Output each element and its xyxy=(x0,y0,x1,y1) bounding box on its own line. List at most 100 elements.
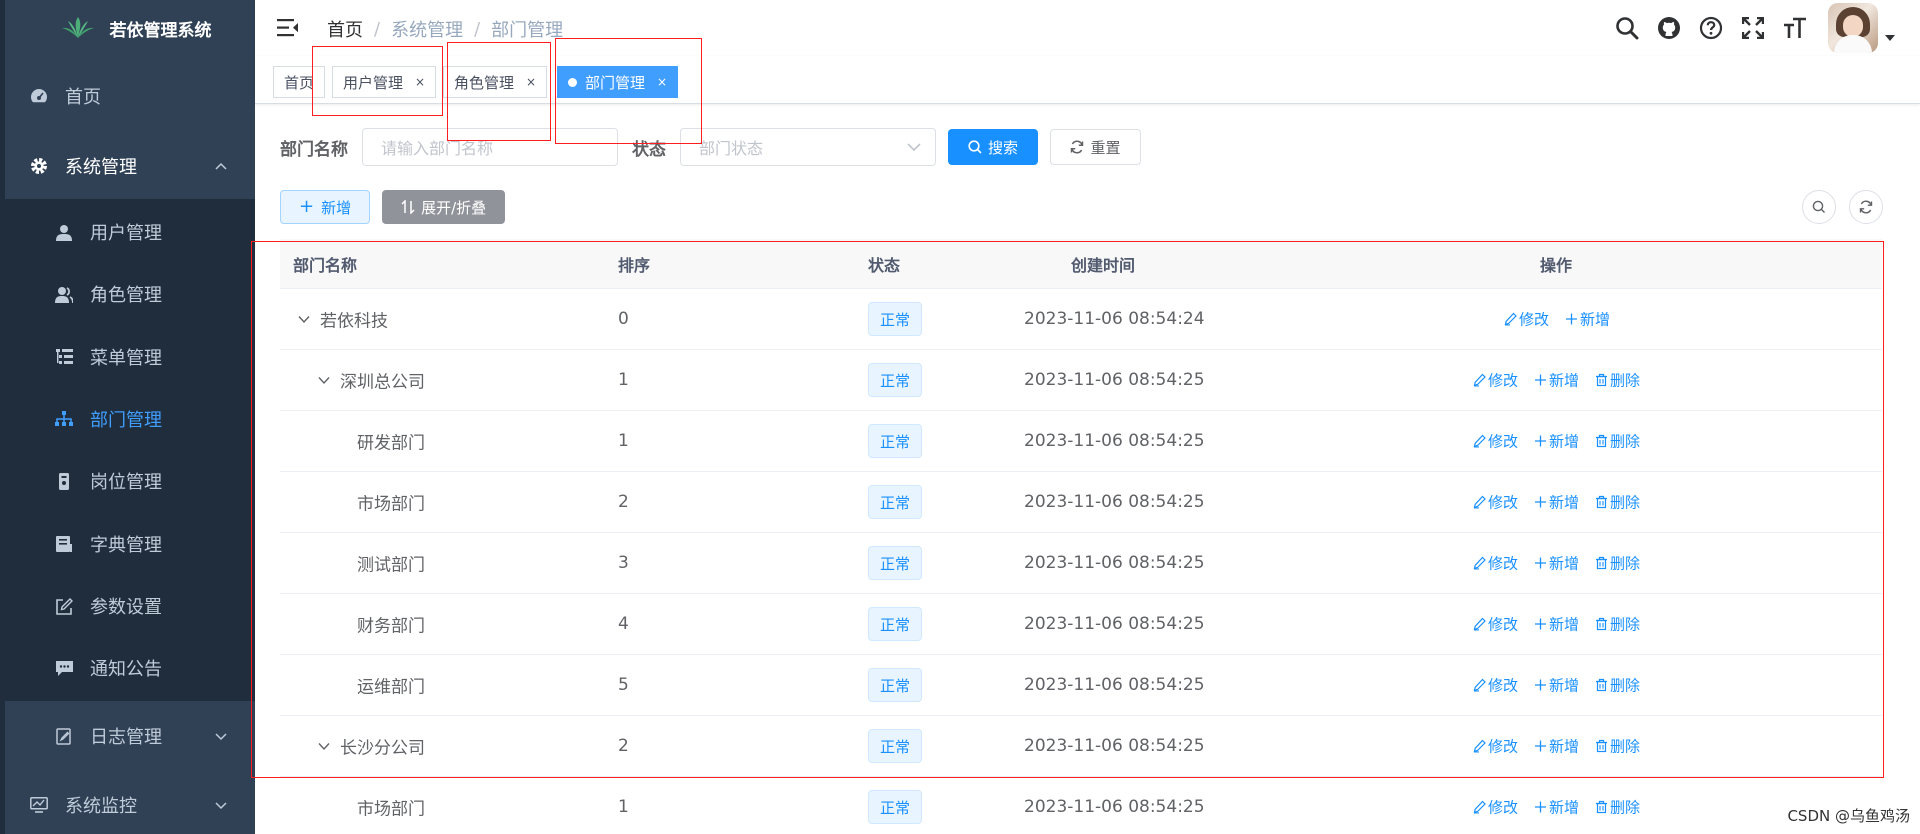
tag-dept-management[interactable]: 部门管理 × xyxy=(557,66,679,98)
expand-arrow-icon[interactable] xyxy=(318,742,330,750)
tag-user-management[interactable]: 用户管理 × xyxy=(332,66,437,98)
created-time-cell: 2023-11-06 08:54:25 xyxy=(1024,614,1205,634)
edit-icon xyxy=(54,596,74,616)
avatar[interactable] xyxy=(1828,3,1878,53)
action-label: 删除 xyxy=(1610,432,1641,451)
dept-name: 市场部门 xyxy=(357,799,425,820)
hamburger-icon[interactable] xyxy=(277,17,299,39)
sidebar-item-system[interactable]: 系统管理 xyxy=(5,134,255,198)
sidebar-item-home[interactable]: 首页 xyxy=(5,64,255,128)
delete-button[interactable]: 删除 xyxy=(1595,492,1640,513)
action-label: 新增 xyxy=(1549,554,1580,573)
add-child-button[interactable]: 新增 xyxy=(1534,675,1579,696)
breadcrumb-separator: / xyxy=(374,18,381,40)
created-time-cell: 2023-11-06 08:54:25 xyxy=(1024,492,1205,512)
expand-arrow-icon[interactable] xyxy=(318,376,330,384)
sidebar-item-label: 角色管理 xyxy=(90,285,162,306)
edit-button[interactable]: 修改 xyxy=(1473,675,1518,696)
delete-button[interactable]: 删除 xyxy=(1595,675,1640,696)
github-icon[interactable] xyxy=(1648,7,1690,49)
sidebar-item-label: 日志管理 xyxy=(90,727,162,748)
sidebar-logo[interactable]: 若依管理系统 xyxy=(0,0,255,56)
edit-button[interactable]: 修改 xyxy=(1473,431,1518,452)
status-badge: 正常 xyxy=(868,302,923,336)
reset-button[interactable]: 重置 xyxy=(1050,129,1141,165)
order-cell: 2 xyxy=(618,736,629,756)
breadcrumb-home[interactable]: 首页 xyxy=(327,16,363,42)
gear-icon xyxy=(29,156,49,176)
edit-button[interactable]: 修改 xyxy=(1473,736,1518,757)
add-button[interactable]: + 新增 xyxy=(280,190,371,224)
search-button[interactable]: 搜索 xyxy=(948,129,1038,165)
plus-icon xyxy=(1534,435,1549,448)
add-child-button[interactable]: 新增 xyxy=(1534,736,1579,757)
actions-cell: 修改 新增 删除 xyxy=(1473,370,1656,391)
add-child-button[interactable]: 新增 xyxy=(1534,492,1579,513)
edit-button[interactable]: 修改 xyxy=(1473,492,1518,513)
close-icon[interactable]: × xyxy=(657,75,667,89)
edit-button[interactable]: 修改 xyxy=(1473,370,1518,391)
sidebar-item-depts[interactable]: 部门管理 xyxy=(5,388,255,450)
font-size-icon[interactable] xyxy=(1774,7,1816,49)
actions-cell: 修改 新增 删除 xyxy=(1473,492,1656,513)
tag-role-management[interactable]: 角色管理 × xyxy=(443,66,548,98)
dept-name: 若依科技 xyxy=(320,311,388,332)
add-child-button[interactable]: 新增 xyxy=(1534,431,1579,452)
sidebar-item-monitor[interactable]: 系统监控 xyxy=(5,773,255,834)
actions-cell: 修改 新增 删除 xyxy=(1473,614,1656,635)
user-icon xyxy=(54,222,74,242)
dept-name-cell: 测试部门 xyxy=(357,551,425,576)
fullscreen-icon[interactable] xyxy=(1732,7,1774,49)
action-label: 删除 xyxy=(1610,493,1641,512)
refresh-table-button[interactable] xyxy=(1849,190,1883,224)
question-icon[interactable] xyxy=(1690,7,1732,49)
sidebar-item-label: 用户管理 xyxy=(90,223,162,244)
add-child-button[interactable]: 新增 xyxy=(1534,797,1579,818)
delete-button[interactable]: 删除 xyxy=(1595,553,1640,574)
add-child-button[interactable]: 新增 xyxy=(1534,370,1579,391)
toggle-search-button[interactable] xyxy=(1802,190,1836,224)
dept-name: 研发部门 xyxy=(357,433,425,454)
caret-down-icon[interactable] xyxy=(1884,34,1896,42)
edit-button[interactable]: 修改 xyxy=(1473,797,1518,818)
edit-button[interactable]: 修改 xyxy=(1473,614,1518,635)
actions-cell: 修改 新增 删除 xyxy=(1473,797,1656,818)
expand-toggle-button[interactable]: 展开/折叠 xyxy=(382,190,506,224)
delete-icon xyxy=(1595,556,1610,570)
sidebar-item-roles[interactable]: 角色管理 xyxy=(5,263,255,325)
close-icon[interactable]: × xyxy=(415,75,425,89)
delete-button[interactable]: 删除 xyxy=(1595,431,1640,452)
status-badge: 正常 xyxy=(868,729,923,763)
sidebar-item-posts[interactable]: 岗位管理 xyxy=(5,450,255,512)
edit-button[interactable]: 修改 xyxy=(1504,309,1549,330)
close-icon[interactable]: × xyxy=(526,75,536,89)
delete-button[interactable]: 删除 xyxy=(1595,370,1640,391)
delete-button[interactable]: 删除 xyxy=(1595,736,1640,757)
delete-icon xyxy=(1595,739,1610,753)
action-label: 删除 xyxy=(1610,737,1641,756)
add-child-button[interactable]: 新增 xyxy=(1534,553,1579,574)
search-icon[interactable] xyxy=(1606,7,1648,49)
search-button-label: 搜索 xyxy=(987,138,1018,157)
edit-button[interactable]: 修改 xyxy=(1473,553,1518,574)
sidebar-item-menus[interactable]: 菜单管理 xyxy=(5,326,255,388)
delete-icon xyxy=(1595,617,1610,631)
action-label: 修改 xyxy=(1488,432,1519,451)
sidebar-item-config[interactable]: 参数设置 xyxy=(5,575,255,637)
delete-button[interactable]: 删除 xyxy=(1595,797,1640,818)
sidebar-item-logs[interactable]: 日志管理 xyxy=(5,705,255,767)
tags-view: 首页 用户管理 × 角色管理 × 部门管理 × xyxy=(255,56,1920,104)
delete-button[interactable]: 删除 xyxy=(1595,614,1640,635)
sidebar-item-dicts[interactable]: 字典管理 xyxy=(5,513,255,575)
sidebar-item-notice[interactable]: 通知公告 xyxy=(5,637,255,699)
dept-name-input[interactable]: 请输入部门名称 xyxy=(362,128,618,166)
expand-arrow-icon[interactable] xyxy=(298,315,310,323)
sidebar-item-users[interactable]: 用户管理 xyxy=(5,201,255,263)
status-select[interactable]: 部门状态 xyxy=(680,128,936,166)
chevron-down-icon xyxy=(215,733,227,741)
add-child-button[interactable]: 新增 xyxy=(1534,614,1579,635)
tag-home[interactable]: 首页 xyxy=(273,66,326,98)
app-title: 若依管理系统 xyxy=(109,20,212,41)
table-row: 市场部门 2 正常 2023-11-06 08:54:25 修改 新增 删除 xyxy=(280,472,1882,533)
add-child-button[interactable]: 新增 xyxy=(1565,309,1610,330)
